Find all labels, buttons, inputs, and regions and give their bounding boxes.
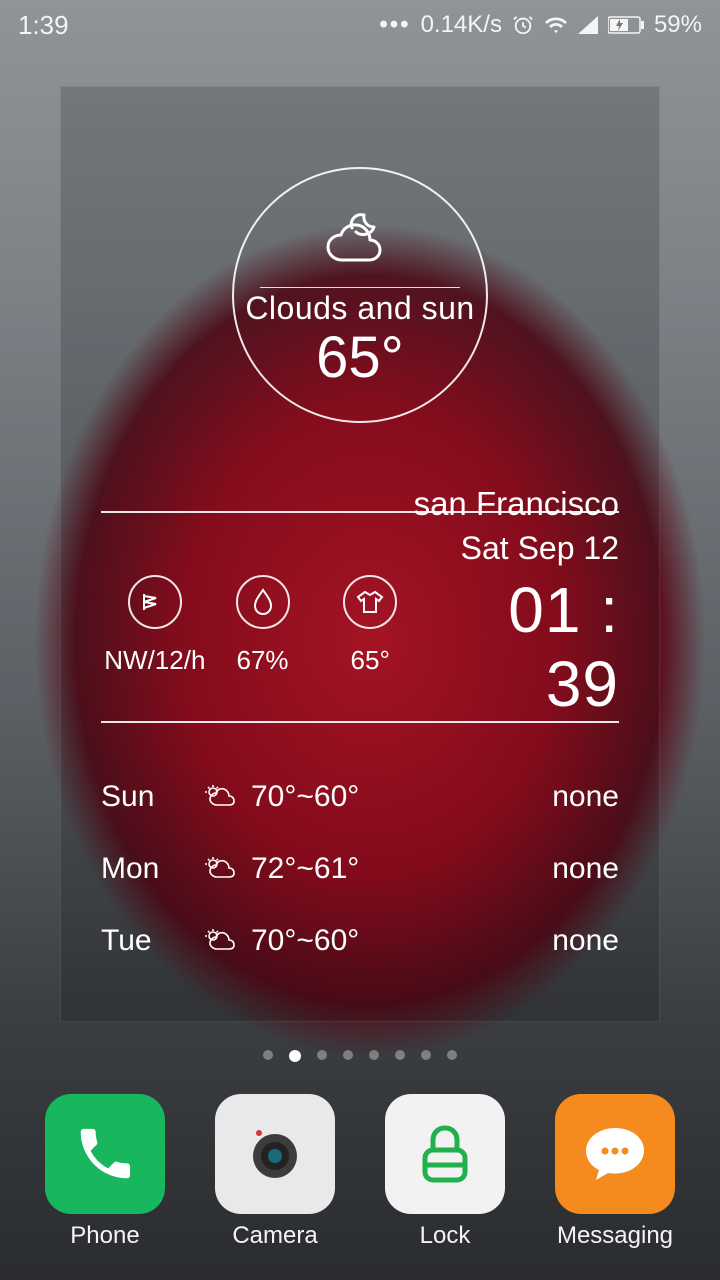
- app-label: Messaging: [557, 1222, 673, 1250]
- weather-widget[interactable]: Clouds and sun 65° san Francisco NW/12/h…: [60, 86, 660, 1022]
- partly-cloudy-night-icon: [318, 203, 402, 281]
- weather-summary-circle: Clouds and sun 65°: [232, 167, 488, 423]
- page-dot[interactable]: [395, 1050, 405, 1060]
- app-label: Phone: [70, 1222, 139, 1250]
- forecast-row: Mon 72°~61° none: [101, 833, 619, 905]
- page-dot[interactable]: [369, 1050, 379, 1060]
- weather-date: Sat Sep 12: [424, 530, 619, 567]
- alarm-icon: [512, 14, 534, 36]
- page-dot[interactable]: [343, 1050, 353, 1060]
- partly-cloudy-icon: [191, 855, 251, 883]
- forecast-row: Tue 70°~60° none: [101, 905, 619, 977]
- weather-metrics: NW/12/h 67% 65° Sat Sep 12 01 : 39: [101, 545, 619, 705]
- forecast-day: Sun: [101, 780, 191, 814]
- net-speed: 0.14K/s: [421, 11, 502, 39]
- divider: [260, 287, 460, 288]
- wind-metric: NW/12/h: [101, 575, 209, 676]
- status-time: 1:39: [18, 10, 69, 41]
- forecast-row: Sun 70°~60° none: [101, 761, 619, 833]
- forecast-range: 72°~61°: [251, 852, 451, 886]
- divider: [101, 511, 619, 513]
- phone-icon: [45, 1094, 165, 1214]
- forecast-extra: none: [552, 924, 619, 958]
- humidity-value: 67%: [209, 645, 317, 676]
- humidity-icon: [236, 575, 290, 629]
- app-phone[interactable]: Phone: [30, 1094, 180, 1250]
- more-icon: •••: [379, 11, 410, 39]
- weather-temperature: 65°: [316, 329, 404, 387]
- camera-icon: [215, 1094, 335, 1214]
- app-camera[interactable]: Camera: [200, 1094, 350, 1250]
- forecast-list: Sun 70°~60° none Mon 72°~61° none Tue 70…: [101, 761, 619, 977]
- wifi-icon: [544, 15, 568, 35]
- signal-icon: [578, 16, 598, 34]
- status-right: ••• 0.14K/s 59%: [379, 11, 702, 39]
- shirt-icon: [343, 575, 397, 629]
- apparel-value: 65°: [316, 645, 424, 676]
- partly-cloudy-icon: [191, 783, 251, 811]
- forecast-day: Tue: [101, 924, 191, 958]
- app-label: Camera: [232, 1222, 317, 1250]
- forecast-day: Mon: [101, 852, 191, 886]
- weather-condition: Clouds and sun: [245, 290, 474, 327]
- humidity-metric: 67%: [209, 575, 317, 676]
- wind-icon: [128, 575, 182, 629]
- weather-time: 01 : 39: [424, 573, 619, 721]
- status-bar: 1:39 ••• 0.14K/s 59%: [0, 0, 720, 50]
- dock: Phone Camera Lock: [0, 1094, 720, 1280]
- divider: [101, 721, 619, 723]
- app-messaging[interactable]: Messaging: [540, 1094, 690, 1250]
- wind-value: NW/12/h: [101, 645, 209, 676]
- apparel-metric: 65°: [316, 575, 424, 676]
- battery-percent: 59%: [654, 11, 702, 39]
- lock-icon: [385, 1094, 505, 1214]
- forecast-extra: none: [552, 780, 619, 814]
- battery-icon: [608, 16, 644, 34]
- datetime-block: Sat Sep 12 01 : 39: [424, 530, 619, 721]
- page-dot[interactable]: [421, 1050, 431, 1060]
- forecast-extra: none: [552, 852, 619, 886]
- messaging-icon: [555, 1094, 675, 1214]
- page-dot[interactable]: [289, 1050, 301, 1062]
- forecast-range: 70°~60°: [251, 924, 451, 958]
- partly-cloudy-icon: [191, 927, 251, 955]
- page-dot[interactable]: [263, 1050, 273, 1060]
- app-label: Lock: [420, 1222, 471, 1250]
- page-dot[interactable]: [447, 1050, 457, 1060]
- forecast-range: 70°~60°: [251, 780, 451, 814]
- weather-city: san Francisco: [414, 485, 619, 523]
- page-dot[interactable]: [317, 1050, 327, 1060]
- app-lock[interactable]: Lock: [370, 1094, 520, 1250]
- page-indicator[interactable]: [0, 1050, 720, 1062]
